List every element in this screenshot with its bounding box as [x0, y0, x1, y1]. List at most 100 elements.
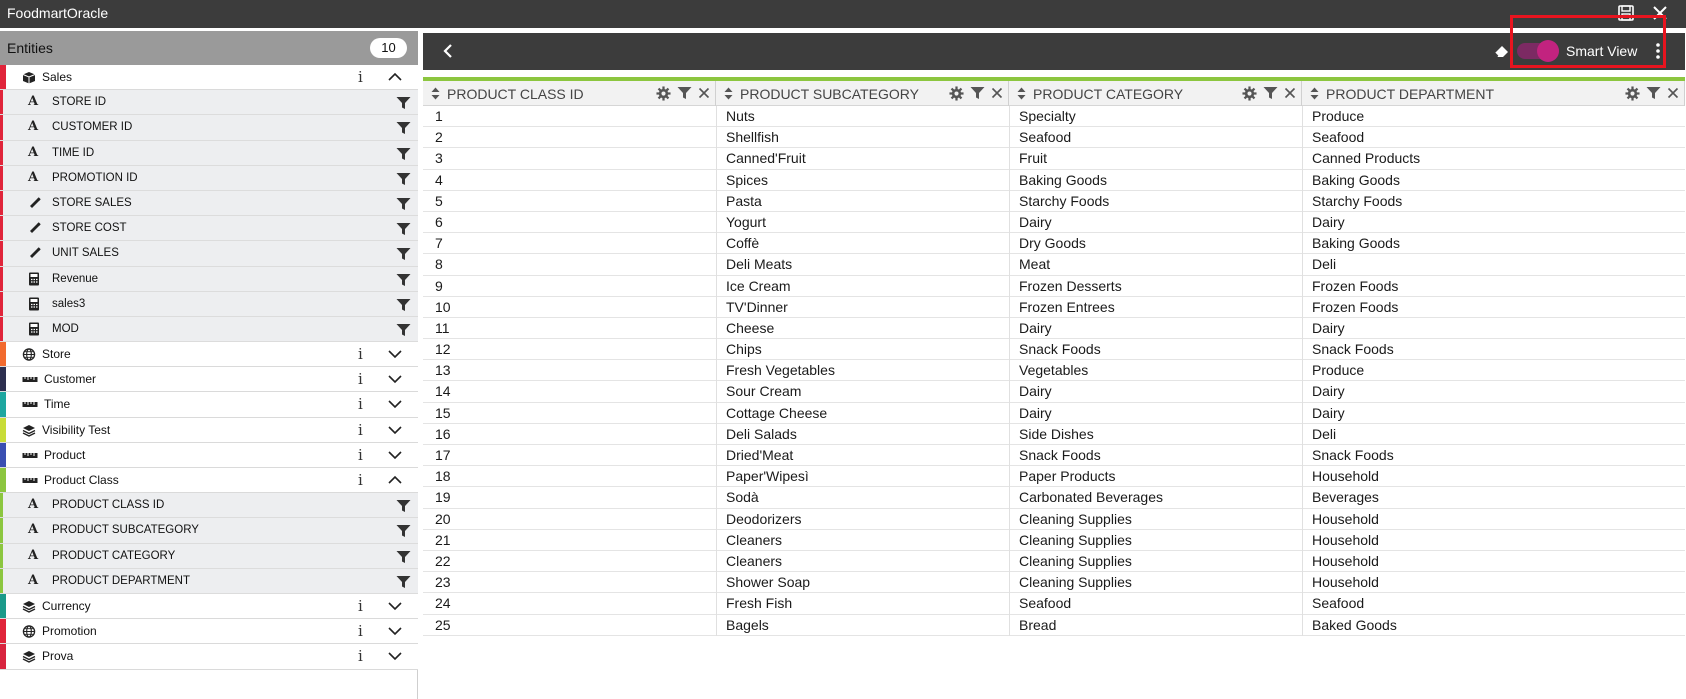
entity-customer[interactable]: Customer i: [0, 367, 418, 393]
table-row[interactable]: 11 Cheese Dairy Dairy: [423, 318, 1685, 340]
field-item[interactable]: A PRODUCT SUBCATEGORY: [0, 518, 418, 544]
filter-icon[interactable]: [396, 524, 411, 538]
info-icon[interactable]: i: [358, 471, 363, 489]
info-icon[interactable]: i: [358, 395, 363, 413]
table-row[interactable]: 8 Deli Meats Meat Deli: [423, 254, 1685, 276]
table-row[interactable]: 10 TV'Dinner Frozen Entrees Frozen Foods: [423, 297, 1685, 318]
sort-icon[interactable]: [1310, 87, 1319, 100]
table-row[interactable]: 21 Cleaners Cleaning Supplies Household: [423, 530, 1685, 551]
entity-prova[interactable]: Prova i: [0, 644, 418, 670]
info-icon[interactable]: i: [358, 421, 363, 439]
chevron-down-icon[interactable]: [388, 398, 402, 410]
kebab-menu-icon[interactable]: [1655, 42, 1661, 60]
sort-icon[interactable]: [431, 87, 440, 100]
column-header[interactable]: PRODUCT DEPARTMENT: [1302, 81, 1685, 106]
smart-view-toggle[interactable]: [1517, 40, 1559, 62]
filter-icon[interactable]: [396, 197, 411, 211]
column-header[interactable]: PRODUCT SUBCATEGORY: [716, 81, 1009, 106]
entity-promotion[interactable]: Promotion i: [0, 619, 418, 645]
chevron-down-icon[interactable]: [388, 424, 402, 436]
entity-visibility-test[interactable]: Visibility Test i: [0, 417, 418, 443]
field-item[interactable]: A PRODUCT CLASS ID: [0, 493, 418, 519]
filter-icon[interactable]: [396, 247, 411, 261]
smart-view-label[interactable]: Smart View: [1566, 43, 1637, 59]
save-icon[interactable]: [1617, 4, 1635, 22]
chevron-down-icon[interactable]: [388, 600, 402, 612]
info-icon[interactable]: i: [358, 68, 363, 86]
field-item[interactable]: A PROMOTION ID: [0, 165, 418, 191]
table-row[interactable]: 24 Fresh Fish Seafood Seafood: [423, 593, 1685, 615]
field-item[interactable]: sales3: [0, 291, 418, 317]
entity-product[interactable]: Product i: [0, 442, 418, 468]
field-item[interactable]: A CUSTOMER ID: [0, 115, 418, 141]
table-row[interactable]: 13 Fresh Vegetables Vegetables Produce: [423, 360, 1685, 382]
remove-column-icon[interactable]: [1667, 87, 1679, 99]
field-item[interactable]: MOD: [0, 316, 418, 343]
chevron-down-icon[interactable]: [388, 650, 402, 662]
table-row[interactable]: 1 Nuts Specialty Produce: [423, 106, 1685, 128]
chevron-down-icon[interactable]: [388, 348, 402, 360]
filter-icon[interactable]: [396, 147, 411, 161]
table-row[interactable]: 2 Shellfish Seafood Seafood: [423, 127, 1685, 149]
entity-time[interactable]: Time i: [0, 392, 418, 418]
info-icon[interactable]: i: [358, 622, 363, 640]
chevron-down-icon[interactable]: [388, 373, 402, 385]
filter-icon[interactable]: [396, 222, 411, 236]
filter-icon[interactable]: [396, 550, 411, 564]
filter-icon[interactable]: [1263, 86, 1278, 101]
entity-currency[interactable]: Currency i: [0, 593, 418, 620]
table-row[interactable]: 7 Coffè Dry Goods Baking Goods: [423, 233, 1685, 255]
table-row[interactable]: 4 Spices Baking Goods Baking Goods: [423, 170, 1685, 191]
eraser-icon[interactable]: [1493, 43, 1511, 59]
gear-icon[interactable]: [656, 86, 671, 101]
gear-icon[interactable]: [1242, 86, 1257, 101]
table-row[interactable]: 9 Ice Cream Frozen Desserts Frozen Foods: [423, 276, 1685, 297]
remove-column-icon[interactable]: [698, 87, 710, 99]
chevron-up-icon[interactable]: [388, 71, 402, 83]
entity-store[interactable]: Store i: [0, 342, 418, 368]
info-icon[interactable]: i: [358, 647, 363, 665]
table-row[interactable]: 15 Cottage Cheese Dairy Dairy: [423, 403, 1685, 424]
filter-icon[interactable]: [396, 575, 411, 589]
gear-icon[interactable]: [949, 86, 964, 101]
close-icon[interactable]: [1651, 4, 1669, 22]
gear-icon[interactable]: [1625, 86, 1640, 101]
info-icon[interactable]: i: [358, 345, 363, 363]
field-item[interactable]: A PRODUCT DEPARTMENT: [0, 568, 418, 594]
field-item[interactable]: A TIME ID: [0, 140, 418, 166]
table-row[interactable]: 18 Paper'Wipesì Paper Products Household: [423, 466, 1685, 488]
chevron-down-icon[interactable]: [388, 449, 402, 461]
table-row[interactable]: 19 Sodà Carbonated Beverages Beverages: [423, 487, 1685, 509]
table-row[interactable]: 22 Cleaners Cleaning Supplies Household: [423, 551, 1685, 573]
remove-column-icon[interactable]: [991, 87, 1003, 99]
table-row[interactable]: 20 Deodorizers Cleaning Supplies Household: [423, 509, 1685, 530]
table-row[interactable]: 14 Sour Cream Dairy Dairy: [423, 381, 1685, 403]
info-icon[interactable]: i: [358, 370, 363, 388]
column-header[interactable]: PRODUCT CLASS ID: [423, 81, 716, 106]
filter-icon[interactable]: [970, 86, 985, 101]
filter-icon[interactable]: [1646, 86, 1661, 101]
remove-column-icon[interactable]: [1284, 87, 1296, 99]
table-row[interactable]: 23 Shower Soap Cleaning Supplies Household: [423, 572, 1685, 594]
filter-icon[interactable]: [396, 298, 411, 312]
table-row[interactable]: 25 Bagels Bread Baked Goods: [423, 615, 1685, 636]
filter-icon[interactable]: [396, 172, 411, 186]
table-row[interactable]: 6 Yogurt Dairy Dairy: [423, 212, 1685, 234]
table-row[interactable]: 5 Pasta Starchy Foods Starchy Foods: [423, 191, 1685, 212]
info-icon[interactable]: i: [358, 446, 363, 464]
sort-icon[interactable]: [724, 87, 733, 100]
table-row[interactable]: 3 Canned'Fruit Fruit Canned Products: [423, 148, 1685, 170]
filter-icon[interactable]: [396, 499, 411, 513]
filter-icon[interactable]: [677, 86, 692, 101]
info-icon[interactable]: i: [358, 597, 363, 615]
field-item[interactable]: Revenue: [0, 266, 418, 292]
table-row[interactable]: 12 Chips Snack Foods Snack Foods: [423, 339, 1685, 361]
field-item[interactable]: STORE COST: [0, 216, 418, 242]
sort-icon[interactable]: [1017, 87, 1026, 100]
back-chevron-icon[interactable]: [441, 42, 455, 60]
filter-icon[interactable]: [396, 273, 411, 287]
chevron-up-icon[interactable]: [388, 474, 402, 486]
column-header[interactable]: PRODUCT CATEGORY: [1009, 81, 1302, 106]
table-row[interactable]: 17 Dried'Meat Snack Foods Snack Foods: [423, 445, 1685, 467]
chevron-down-icon[interactable]: [388, 625, 402, 637]
